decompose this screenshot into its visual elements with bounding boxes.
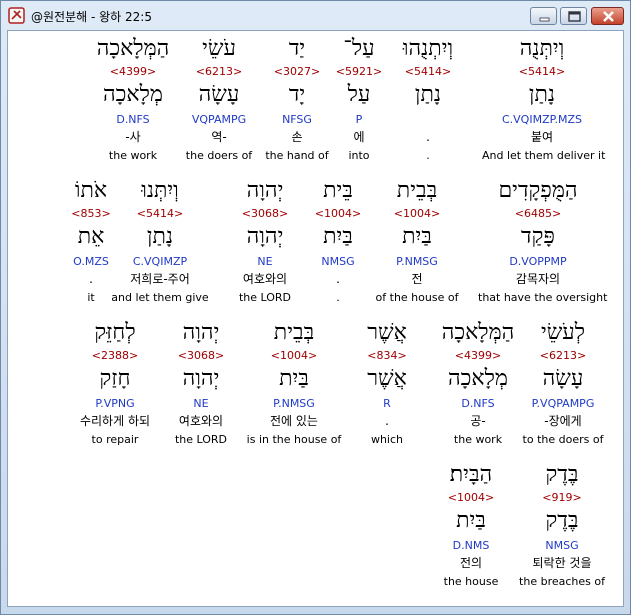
lemma-word: חָזַק — [99, 366, 131, 391]
close-icon — [603, 11, 614, 22]
word-cell[interactable]: הַמֻּפְקָדִים <6485> פָּקַד D.VOPPMP 감목자의 tha… — [478, 173, 608, 314]
parsing-code: NE — [257, 255, 273, 268]
app-window: @원전분해 - 왕하 22:5 וְיִתְּנֻה <5414> נָתַן C.V… — [0, 0, 631, 615]
lemma-word: נָתַן — [528, 82, 556, 107]
app-icon — [8, 7, 25, 24]
korean-gloss: -사 — [125, 130, 141, 144]
english-gloss: to repair — [91, 433, 139, 446]
hebrew-word: הַמְּלָאכָה — [96, 36, 170, 61]
maximize-icon — [568, 11, 581, 22]
hebrew-word: יְהוָה — [246, 178, 284, 203]
word-cell[interactable]: לְחַזֵּק <2388> חָזַק P.VPNG 수리하게 하되 to repai… — [55, 315, 175, 456]
korean-gloss: 전의 — [459, 556, 483, 570]
english-gloss: the house — [443, 575, 499, 588]
strong-number: <2388> — [91, 349, 139, 362]
interlinear-panel: וְיִתְּנֻה <5414> נָתַן C.VQIMZP.MZS 붙여 And l… — [7, 30, 624, 607]
word-cell[interactable]: וְיִתְּנֻה <5414> נָתַן C.VQIMZP.MZS 붙여 And l… — [482, 31, 606, 172]
strong-number: <853> — [71, 207, 111, 220]
korean-gloss: 여호와의 — [242, 272, 288, 286]
strong-number: <6485> — [514, 207, 562, 220]
hebrew-word: וְיִתְּנֻה — [519, 36, 565, 61]
strong-number: <5414> — [518, 65, 566, 78]
parsing-code: D.VOPPMP — [509, 255, 567, 268]
window-title: @원전분해 - 왕하 22:5 — [31, 10, 152, 24]
english-gloss: And let them deliver it — [482, 149, 606, 162]
parsing-code: O.MZS — [73, 255, 109, 268]
word-cell[interactable]: יְהוָה <3068> יְהוָה NE 여호와의 the LORD — [205, 173, 325, 314]
strong-number: <1004> — [447, 491, 495, 504]
strong-number: <4399> — [109, 65, 157, 78]
word-cell[interactable]: הַבָּיִת׃ <1004> בַּיִת D.NMS 전의 the house — [411, 457, 531, 598]
korean-gloss: 감목자의 — [515, 272, 561, 286]
lemma-word: פָּקַד — [521, 224, 555, 249]
maximize-button[interactable] — [560, 7, 587, 25]
english-gloss: the LORD — [238, 291, 292, 304]
lemma-word: בַּיִת — [456, 508, 486, 533]
english-gloss: the work — [108, 149, 158, 162]
hebrew-word: הַבָּיִת׃ — [449, 462, 493, 487]
minimize-icon — [539, 17, 550, 22]
title-bar[interactable]: @원전분해 - 왕하 22:5 — [1, 1, 630, 30]
word-cell[interactable]: אֹתוֹ <853> אֵת O.MZS. it — [31, 173, 151, 314]
hebrew-word: הַמֻּפְקָדִים — [498, 178, 578, 203]
word-cell[interactable]: הַמְּלָאכָה <4399> מְלָאכָה D.NFS -사 the work — [73, 31, 193, 172]
parsing-code: P.VPNG — [95, 397, 135, 410]
english-gloss: it — [87, 291, 95, 304]
strong-number: <3068> — [241, 207, 289, 220]
lemma-word: מְלָאכָה — [103, 82, 163, 107]
parsing-code: D.NMS — [452, 539, 490, 552]
minimize-button[interactable] — [530, 7, 557, 25]
hebrew-word: לְחַזֵּק — [94, 320, 136, 345]
lemma-word: יְהוָה — [246, 224, 284, 249]
parsing-code: D.NFS — [116, 113, 150, 126]
parsing-code: C.VQIMZP.MZS — [501, 113, 583, 126]
lemma-word: אֵת — [77, 224, 105, 249]
english-gloss: that have the oversight — [478, 291, 608, 304]
hebrew-word: אֹתוֹ — [74, 178, 108, 203]
close-button[interactable] — [591, 7, 624, 25]
korean-gloss: 수리하게 하되 — [79, 414, 151, 428]
korean-gloss: . — [89, 272, 93, 286]
korean-gloss: 붙여 — [530, 130, 554, 144]
